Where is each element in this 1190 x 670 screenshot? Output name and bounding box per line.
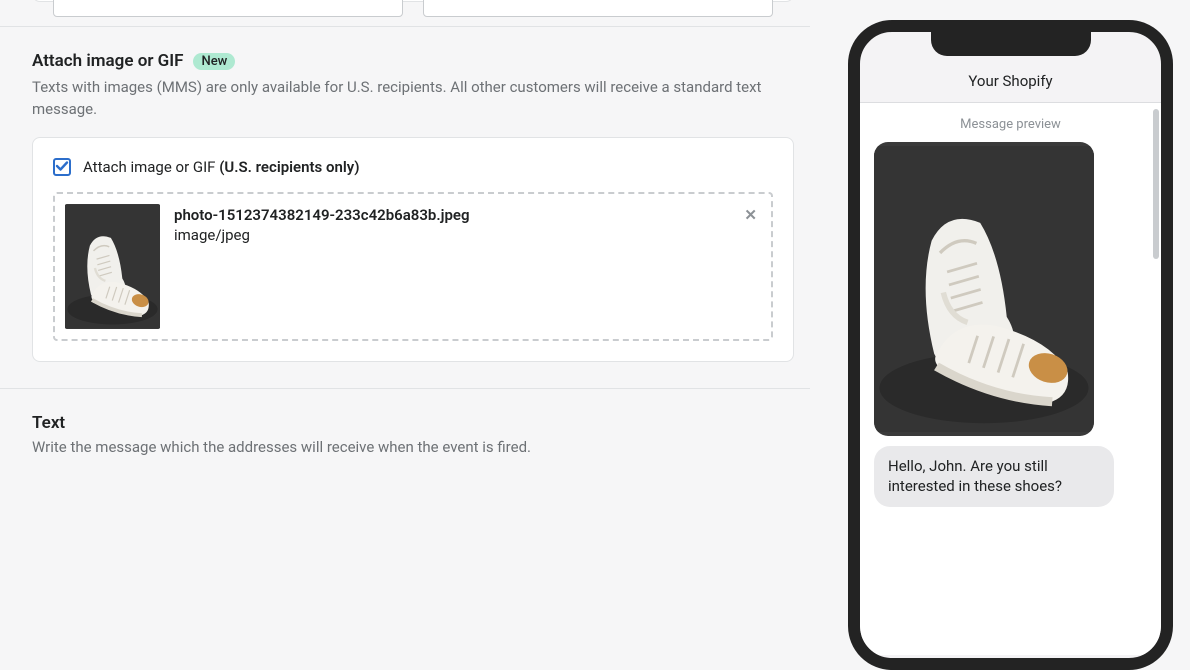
remove-file-button[interactable]: ✕ — [744, 208, 757, 223]
checkbox-label-prefix: Attach image or GIF — [83, 158, 219, 176]
new-badge: New — [193, 53, 235, 70]
phone-notch — [931, 30, 1091, 56]
previous-card-stub — [32, 0, 794, 2]
file-name: photo-1512374382149-233c42b6a83b.jpeg — [174, 206, 470, 224]
checkbox-label-bold: (U.S. recipients only) — [219, 158, 359, 176]
attach-checkbox-label: Attach image or GIF (U.S. recipients onl… — [83, 158, 359, 176]
attach-checkbox[interactable] — [53, 158, 71, 176]
file-thumbnail — [65, 204, 160, 329]
phone-body: Message preview Hello, John. Are you sti… — [860, 103, 1161, 655]
file-dropzone[interactable]: photo-1512374382149-233c42b6a83b.jpeg im… — [53, 192, 773, 341]
attach-section-title: Attach image or GIF — [32, 51, 183, 71]
file-info: photo-1512374382149-233c42b6a83b.jpeg im… — [174, 204, 470, 244]
message-preview-label: Message preview — [874, 117, 1147, 132]
file-type: image/jpeg — [174, 226, 470, 244]
text-section-description: Write the message which the addresses wi… — [32, 437, 794, 459]
phone-preview: Your Shopify Message preview Hello, John… — [848, 20, 1173, 670]
form-panel: Attach image or GIF New Texts with image… — [0, 0, 810, 511]
attach-card: Attach image or GIF (U.S. recipients onl… — [32, 137, 794, 362]
message-bubble: Hello, John. Are you still interested in… — [874, 446, 1114, 507]
text-section: Text Write the message which the address… — [0, 389, 810, 459]
stub-input-1[interactable] — [53, 0, 403, 17]
attach-section-description: Texts with images (MMS) are only availab… — [32, 77, 794, 121]
preview-image — [874, 142, 1094, 436]
attach-checkbox-row[interactable]: Attach image or GIF (U.S. recipients onl… — [53, 158, 773, 176]
phone-scrollbar[interactable] — [1153, 109, 1159, 259]
stub-input-2[interactable] — [423, 0, 773, 17]
attach-section: Attach image or GIF New Texts with image… — [0, 27, 810, 362]
text-section-title: Text — [32, 413, 794, 433]
